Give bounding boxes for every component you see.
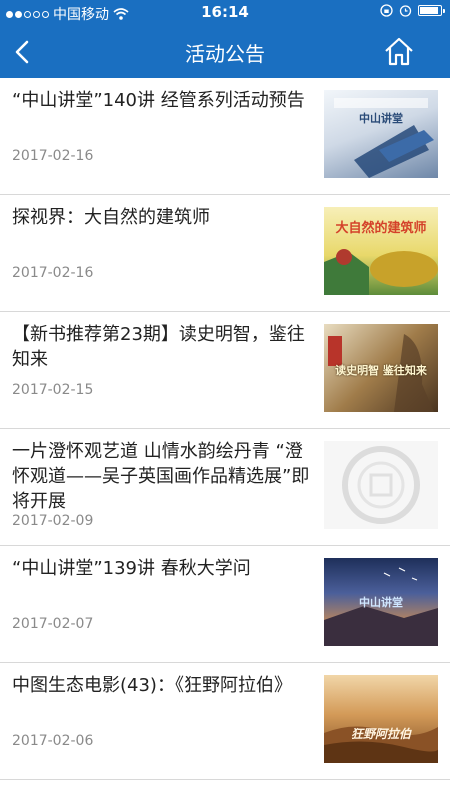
thumbnail-caption: 读史明智 鉴往知来 bbox=[335, 364, 427, 377]
battery-icon bbox=[418, 5, 445, 16]
alarm-icon bbox=[399, 5, 412, 17]
item-date: 2017-02-09 bbox=[12, 513, 94, 529]
list-item[interactable]: 【新书推荐第23期】读史明智，鉴往知来 2017-02-15 读史明智 鉴往知来 bbox=[0, 312, 450, 429]
item-thumbnail: 大自然的建筑师 bbox=[324, 207, 438, 295]
status-bar: 中国移动 16:14 bbox=[0, 0, 450, 26]
item-title: 【新书推荐第23期】读史明智，鉴往知来 bbox=[12, 324, 305, 370]
item-thumbnail: 中山讲堂 bbox=[324, 90, 438, 178]
item-title: “中山讲堂”140讲 经管系列活动预告 bbox=[12, 90, 305, 111]
thumbnail-caption: 中山讲堂 bbox=[359, 112, 403, 125]
home-icon bbox=[385, 37, 413, 66]
thumbnail-caption: 狂野阿拉伯 bbox=[350, 727, 411, 741]
announcement-list: “中山讲堂”140讲 经管系列活动预告 2017-02-16 中山讲堂 探视界：… bbox=[0, 78, 450, 800]
item-title: 探视界：大自然的建筑师 bbox=[12, 207, 210, 228]
item-thumbnail: 中山讲堂 bbox=[324, 558, 438, 646]
item-date: 2017-02-06 bbox=[12, 733, 94, 749]
item-date: 2017-02-16 bbox=[12, 148, 94, 164]
library-seal-icon bbox=[342, 446, 420, 524]
home-button[interactable] bbox=[382, 35, 416, 69]
item-title: 一片澄怀观艺道 山情水韵绘丹青 “澄怀观道——吴子英国画作品精选展”即将开展 bbox=[12, 441, 310, 512]
list-item[interactable]: 中图生态电影(43)：《狂野阿拉伯》 2017-02-06 狂野阿拉伯 bbox=[0, 663, 450, 780]
list-item-partial[interactable] bbox=[0, 780, 450, 800]
item-date: 2017-02-07 bbox=[12, 616, 94, 632]
list-item[interactable]: 一片澄怀观艺道 山情水韵绘丹青 “澄怀观道——吴子英国画作品精选展”即将开展 2… bbox=[0, 429, 450, 546]
item-title: “中山讲堂”139讲 春秋大学问 bbox=[12, 558, 251, 579]
item-date: 2017-02-16 bbox=[12, 265, 94, 281]
item-thumbnail: 读史明智 鉴往知来 bbox=[324, 324, 438, 412]
desert-poster-icon bbox=[324, 726, 438, 763]
nav-bar: 活动公告 bbox=[0, 26, 450, 78]
abstract-poster-icon bbox=[334, 98, 434, 178]
item-thumbnail: 狂野阿拉伯 bbox=[324, 675, 438, 763]
thumbnail-caption: 中山讲堂 bbox=[359, 596, 403, 609]
thumbnail-caption: 大自然的建筑师 bbox=[335, 221, 427, 236]
list-item[interactable]: 探视界：大自然的建筑师 2017-02-16 大自然的建筑师 bbox=[0, 195, 450, 312]
list-item[interactable]: “中山讲堂”140讲 经管系列活动预告 2017-02-16 中山讲堂 bbox=[0, 78, 450, 195]
item-title: 中图生态电影(43)：《狂野阿拉伯》 bbox=[12, 675, 292, 696]
status-right bbox=[380, 4, 445, 17]
item-thumbnail bbox=[324, 441, 438, 529]
item-date: 2017-02-15 bbox=[12, 382, 94, 398]
list-item[interactable]: “中山讲堂”139讲 春秋大学问 2017-02-07 中山讲堂 bbox=[0, 546, 450, 663]
rotation-lock-icon bbox=[380, 4, 393, 17]
